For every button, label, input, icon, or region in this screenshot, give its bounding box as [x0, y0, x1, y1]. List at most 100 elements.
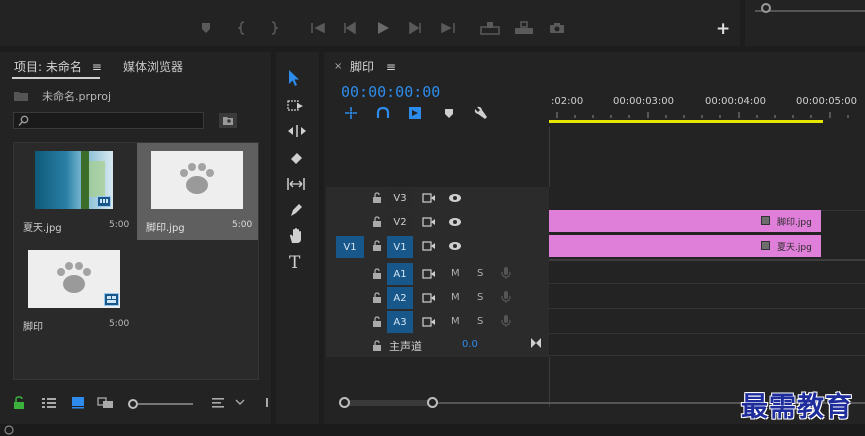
list-view-icon[interactable] [41, 397, 57, 409]
zoom-handle[interactable] [761, 3, 771, 13]
lock-icon[interactable] [372, 340, 382, 352]
project-tab[interactable]: 项目: 未命名 ≡ [14, 58, 102, 75]
wrench-icon[interactable] [474, 106, 488, 120]
lock-icon[interactable] [372, 268, 382, 280]
media-browser-tab[interactable]: 媒体浏览器 [123, 58, 183, 75]
timeline-scrollbar-thumb[interactable] [345, 400, 432, 406]
ruler-label: 00:00:03:00 [613, 96, 675, 107]
project-item-paw[interactable]: 脚印.jpg 5:00 [137, 143, 258, 240]
project-item-summer[interactable]: 夏天.jpg 5:00 [14, 143, 136, 240]
lock-open-icon[interactable] [13, 396, 25, 409]
mute-button[interactable]: M [451, 316, 460, 327]
pen-tool-icon[interactable] [288, 202, 304, 218]
master-track-label: 主声道 [389, 340, 422, 353]
toggle-sync-lock-icon[interactable] [422, 317, 436, 327]
microphone-icon[interactable] [501, 314, 511, 328]
project-item-duration: 5:00 [109, 319, 130, 329]
tools-panel: T [276, 52, 319, 424]
mark-out-icon[interactable] [268, 21, 278, 35]
razor-tool-icon[interactable] [288, 150, 304, 166]
track-target-a1[interactable]: A1 [387, 263, 413, 285]
lift-icon[interactable] [480, 21, 500, 35]
solo-button[interactable]: S [477, 316, 483, 327]
icon-view-icon[interactable] [71, 396, 85, 409]
track-target-v1[interactable]: V1 [387, 236, 413, 258]
add-button-icon[interactable]: + [716, 21, 730, 38]
lock-icon[interactable] [372, 292, 382, 304]
zoom-slider-handle[interactable] [128, 399, 138, 409]
clip-v1-summer[interactable]: 夏天.jpg [549, 235, 821, 257]
track-select-tool-icon[interactable] [287, 99, 305, 113]
solo-button[interactable]: S [477, 268, 483, 279]
hand-tool-icon[interactable] [288, 227, 304, 245]
step-back-icon[interactable] [343, 22, 357, 34]
freeform-view-icon[interactable] [97, 397, 115, 409]
step-forward-icon[interactable] [408, 22, 422, 34]
add-marker-timeline-icon[interactable] [408, 106, 422, 120]
eye-icon[interactable] [448, 217, 462, 227]
type-tool-icon[interactable]: T [289, 253, 300, 273]
clip-v2-paw[interactable]: 脚印.jpg [549, 210, 821, 232]
lock-icon[interactable] [372, 192, 382, 204]
scrollbar-left-handle[interactable] [339, 397, 350, 408]
ruler-ticks [556, 112, 849, 118]
source-patch-v1[interactable]: V1 [336, 236, 364, 258]
project-item-paw-sequence[interactable]: 脚印 5:00 [14, 242, 136, 339]
find-in-bin-button[interactable] [219, 113, 237, 128]
folder-icon [13, 90, 29, 102]
go-to-out-icon[interactable] [440, 22, 456, 34]
extract-icon[interactable] [514, 21, 534, 35]
timeline-tab-menu-icon[interactable]: ≡ [386, 60, 396, 74]
go-to-in-icon[interactable] [310, 22, 326, 34]
track-target-a3[interactable]: A3 [387, 311, 413, 333]
ripple-edit-tool-icon[interactable] [287, 124, 307, 138]
mute-button[interactable]: M [451, 292, 460, 303]
toggle-sync-lock-icon[interactable] [422, 293, 436, 303]
slip-tool-icon[interactable] [286, 177, 306, 191]
solo-button[interactable]: S [477, 292, 483, 303]
track-target-a2[interactable]: A2 [387, 287, 413, 309]
microphone-icon[interactable] [501, 290, 511, 304]
project-tab-label: 项目: 未命名 [14, 60, 82, 74]
scrollbar-right-handle[interactable] [427, 397, 438, 408]
mark-in-icon[interactable] [238, 21, 248, 35]
toggle-sync-lock-icon[interactable] [422, 269, 436, 279]
snap-icon[interactable] [344, 106, 358, 120]
toggle-sync-lock-icon[interactable] [422, 241, 436, 251]
export-frame-icon[interactable] [549, 22, 565, 34]
time-ruler[interactable]: :02:00 00:00:03:00 00:00:04:00 00:00:05:… [549, 92, 865, 125]
marker-icon[interactable] [444, 108, 454, 119]
eye-icon[interactable] [448, 193, 462, 203]
linked-selection-icon[interactable] [376, 106, 390, 120]
play-icon[interactable] [376, 21, 390, 35]
timeline-tab[interactable]: 脚印 ≡ [350, 58, 396, 75]
mute-button[interactable]: M [451, 268, 460, 279]
master-volume-value[interactable]: 0.0 [462, 339, 478, 350]
lock-icon[interactable] [372, 240, 382, 252]
timecode-display[interactable]: 00:00:00:00 [341, 83, 440, 101]
selection-tool-icon[interactable] [286, 69, 302, 87]
toggle-sync-lock-icon[interactable] [422, 217, 436, 227]
track-target-v2[interactable]: V2 [387, 212, 413, 232]
search-icon [18, 115, 29, 126]
lock-icon[interactable] [372, 216, 382, 228]
overflow-marker [266, 398, 268, 407]
zoom-slider-track[interactable] [138, 403, 193, 405]
ruler-label: :02:00 [551, 96, 584, 107]
timeline-tab-label: 脚印 [350, 60, 375, 74]
chevron-down-icon[interactable] [235, 399, 245, 406]
program-monitor-controls: + [0, 0, 740, 46]
project-tab-menu-icon[interactable]: ≡ [92, 60, 102, 74]
sort-icon[interactable] [211, 397, 225, 409]
eye-icon[interactable] [448, 241, 462, 251]
lock-icon[interactable] [372, 316, 382, 328]
toggle-sync-lock-icon[interactable] [422, 193, 436, 203]
marker-icon[interactable] [200, 22, 212, 34]
go-to-end-icon[interactable] [530, 337, 542, 349]
track-target-v3[interactable]: V3 [387, 188, 413, 208]
search-input[interactable] [13, 112, 204, 129]
project-panel: 项目: 未命名 ≡ 媒体浏览器 未命名.prproj 夏天.jpg 5:00 脚… [0, 52, 271, 424]
microphone-icon[interactable] [501, 266, 511, 280]
work-area-bar[interactable] [549, 120, 823, 123]
close-tab-icon[interactable]: × [334, 61, 342, 72]
